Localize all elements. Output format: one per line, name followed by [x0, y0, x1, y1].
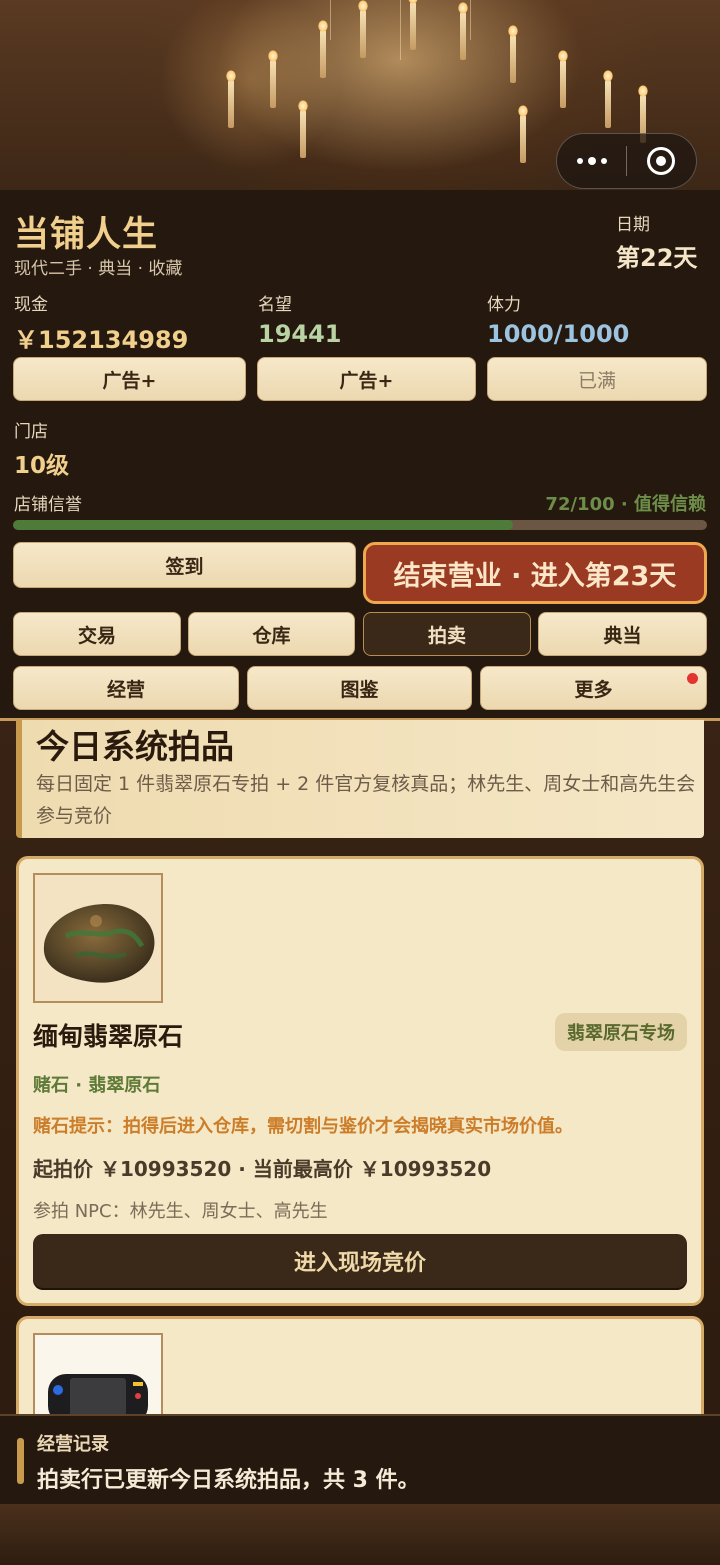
cash-ad-button[interactable]: 广告+: [13, 357, 246, 401]
app-title: 当铺人生: [14, 215, 159, 255]
checkin-button[interactable]: 签到: [13, 542, 356, 588]
stamina-value: 1000/1000: [487, 320, 630, 348]
cash-value: ￥152134989: [14, 326, 189, 354]
reputation-label: 店铺信誉: [14, 495, 82, 515]
auction-banner: 今日系统拍品 每日固定 1 件翡翠原石专拍 + 2 件官方复核真品；林先生、周女…: [16, 720, 704, 838]
stamina-label: 体力: [487, 295, 521, 315]
reputation-value: 72/100 · 值得信赖: [545, 494, 706, 515]
tab-operations[interactable]: 经营: [13, 666, 239, 710]
end-day-button[interactable]: 结束营业 · 进入第23天: [363, 542, 707, 604]
status-panel: 当铺人生 现代二手 · 典当 · 收藏 日期 第22天 现金 ￥15213498…: [0, 190, 720, 720]
fame-label: 名望: [258, 295, 292, 315]
item-category: 赌石 · 翡翠原石: [33, 1075, 161, 1096]
stamina-full-button[interactable]: 已满: [487, 357, 707, 401]
date-label: 日期: [616, 215, 650, 235]
date-value: 第22天: [616, 244, 698, 272]
log-label: 经营记录: [37, 1434, 109, 1455]
shop-level: 10级: [14, 453, 70, 479]
item-price: 起拍价 ￥10993520 · 当前最高价 ￥10993520: [33, 1157, 492, 1181]
tab-more[interactable]: 更多: [480, 666, 707, 710]
fame-ad-button[interactable]: 广告+: [257, 357, 476, 401]
tab-auction[interactable]: 拍卖: [363, 612, 531, 656]
item-tag: 翡翠原石专场: [555, 1013, 687, 1051]
more-menu-icon[interactable]: [557, 156, 626, 165]
notification-dot: [687, 673, 698, 684]
item-name: 缅甸翡翠原石: [33, 1022, 184, 1051]
tab-warehouse[interactable]: 仓库: [188, 612, 355, 656]
enter-bidding-button[interactable]: 进入现场竞价: [33, 1234, 687, 1288]
operation-log: 经营记录 拍卖行已更新今日系统拍品，共 3 件。: [0, 1414, 720, 1504]
close-miniapp-icon[interactable]: [627, 147, 696, 175]
cash-label: 现金: [14, 295, 48, 315]
tab-pawn[interactable]: 典当: [538, 612, 707, 656]
miniapp-capsule: [556, 133, 697, 189]
fame-value: 19441: [258, 320, 342, 348]
reputation-progress-fill: [13, 520, 513, 530]
banner-description: 每日固定 1 件翡翠原石专拍 + 2 件官方复核真品；林先生、周女士和高先生会参…: [36, 773, 696, 827]
tab-more-label: 更多: [574, 678, 613, 701]
tab-catalog[interactable]: 图鉴: [247, 666, 472, 710]
tab-trade[interactable]: 交易: [13, 612, 181, 656]
bottom-backdrop: [0, 1504, 720, 1565]
item-hint: 赌石提示：拍得后进入仓库，需切割与鉴价才会揭晓真实市场价值。: [33, 1116, 573, 1137]
log-message: 拍卖行已更新今日系统拍品，共 3 件。: [37, 1468, 420, 1493]
jade-stone-icon: [33, 873, 163, 1003]
shop-label: 门店: [14, 422, 48, 442]
app-subtitle: 现代二手 · 典当 · 收藏: [14, 259, 183, 279]
item-npc: 参拍 NPC：林先生、周女士、高先生: [33, 1201, 328, 1222]
banner-title: 今日系统拍品: [36, 727, 234, 766]
auction-item-card: 缅甸翡翠原石 翡翠原石专场 赌石 · 翡翠原石 赌石提示：拍得后进入仓库，需切割…: [16, 856, 704, 1306]
reputation-progress-bar: [13, 520, 707, 530]
